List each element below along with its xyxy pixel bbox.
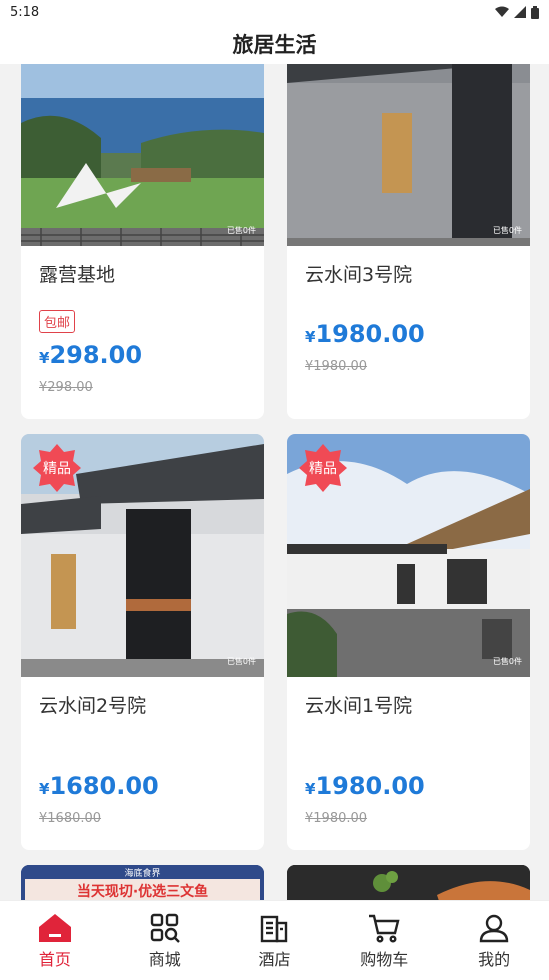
page-title: 旅居生活: [232, 33, 317, 57]
premium-badge-label: 精品: [309, 461, 337, 477]
product-card-yunshuijian-3[interactable]: 已售0件 云水间3号院 ¥1980.00 ¥1980.00: [287, 64, 530, 419]
battery-icon: [531, 5, 539, 19]
currency-symbol: ¥: [39, 780, 50, 798]
profile-icon: [479, 914, 509, 943]
product-card-partial-salmon[interactable]: 海底食界 当天现切·优选三文鱼: [21, 865, 264, 900]
status-bar: 5:18: [0, 0, 549, 24]
product-price: ¥1680.00: [39, 772, 159, 800]
signal-icon: [514, 6, 526, 18]
premium-badge: 精品: [299, 444, 347, 492]
cart-icon: [369, 914, 400, 943]
free-shipping-tag: 包邮: [39, 310, 76, 333]
price-value: 1680.00: [49, 772, 159, 800]
product-image: 海底食界 当天现切·优选三文鱼: [21, 865, 264, 900]
tab-label: 首页: [38, 950, 71, 969]
sold-count: 已售0件: [226, 226, 256, 235]
currency-symbol: ¥: [305, 328, 316, 346]
product-card-yunshuijian-2[interactable]: 精品 已售0件 云水间2号院 ¥1680.00 ¥1680.00: [21, 434, 264, 850]
product-grid[interactable]: 已售0件 露营基地 包邮 ¥298.00 ¥298.00 已售0件 云水间3号院…: [0, 64, 549, 900]
product-image: 已售0件: [21, 64, 264, 246]
product-price: ¥1980.00: [305, 320, 425, 348]
currency-symbol: ¥: [39, 349, 50, 367]
original-price: ¥298.00: [39, 380, 93, 395]
product-image: 精品 已售0件: [287, 434, 530, 677]
hotel-building-icon: [261, 915, 288, 943]
original-price: ¥1980.00: [305, 811, 368, 826]
tab-label: 酒店: [258, 950, 291, 969]
promo-headline: 当天现切·优选三文鱼: [76, 884, 209, 900]
grid-search-icon: [150, 913, 180, 943]
tab-label: 商城: [148, 950, 181, 969]
sold-count: 已售0件: [492, 226, 522, 235]
product-title: 云水间1号院: [305, 695, 413, 717]
bottom-tab-bar: 首页 商城 酒店 购物车 我的: [0, 900, 549, 980]
brand-banner: 海底食界: [21, 865, 264, 879]
currency-symbol: ¥: [305, 780, 316, 798]
status-time: 5:18: [10, 4, 40, 20]
home-icon: [38, 914, 71, 942]
app-header: 旅居生活: [0, 24, 549, 64]
product-image: 已售0件: [287, 64, 530, 246]
sold-count: 已售0件: [226, 657, 256, 666]
price-value: 298.00: [49, 341, 143, 369]
tab-mall[interactable]: 商城: [110, 901, 220, 980]
tab-cart[interactable]: 购物车: [329, 901, 439, 980]
product-card-partial-food[interactable]: [287, 865, 530, 900]
product-card-yunshuijian-1[interactable]: 精品 已售0件 云水间1号院 ¥1980.00 ¥1980.00: [287, 434, 530, 850]
wifi-icon: [495, 6, 509, 17]
product-title: 云水间2号院: [39, 695, 147, 717]
sold-count: 已售0件: [492, 657, 522, 666]
premium-badge: 精品: [33, 444, 81, 492]
tab-hotel[interactable]: 酒店: [220, 901, 330, 980]
original-price: ¥1680.00: [39, 811, 102, 826]
premium-badge-label: 精品: [43, 461, 71, 477]
price-value: 1980.00: [315, 320, 425, 348]
product-card-camping[interactable]: 已售0件 露营基地 包邮 ¥298.00 ¥298.00: [21, 64, 264, 419]
product-title: 露营基地: [39, 264, 116, 286]
tab-label: 购物车: [360, 950, 409, 969]
product-image: [287, 865, 530, 900]
tab-profile[interactable]: 我的: [439, 901, 549, 980]
price-value: 1980.00: [315, 772, 425, 800]
product-price: ¥298.00: [39, 341, 142, 369]
product-price: ¥1980.00: [305, 772, 425, 800]
tab-label: 我的: [478, 950, 511, 969]
product-title: 云水间3号院: [305, 264, 413, 286]
original-price: ¥1980.00: [305, 359, 368, 374]
product-image: 精品 已售0件: [21, 434, 264, 677]
status-icons: [495, 5, 539, 19]
tab-home[interactable]: 首页: [0, 901, 110, 980]
